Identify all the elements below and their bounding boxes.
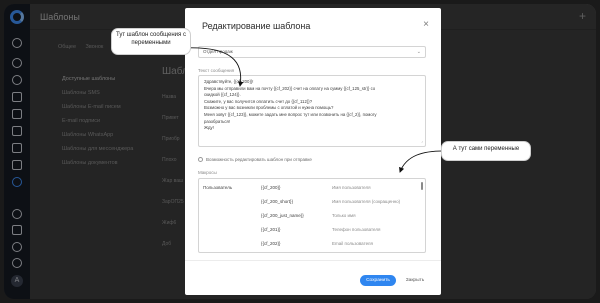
editable-checkbox[interactable]: Возможность редактировать шаблон при отп… xyxy=(198,157,312,162)
macro-code: {{cf_202}} xyxy=(261,241,281,246)
message-line: Здравствуйте, {{cf_200}}! xyxy=(204,79,254,84)
macro-row[interactable]: {{cf_200_just_name}} Только имя xyxy=(199,209,419,223)
template-callout: Тут шаблон сообщения с переменными xyxy=(111,28,191,55)
macro-description: Телефон пользователя xyxy=(332,227,381,232)
app-window: A Шаблоны + Общее Звонок Доступные шабло… xyxy=(4,4,596,299)
cancel-button[interactable]: Закрыть xyxy=(399,275,431,286)
message-line: скидкой {{cf_124}}. xyxy=(204,92,241,98)
message-line: Возможно у вас возникли проблемы с оплат… xyxy=(204,105,334,111)
checkbox-label: Возможность редактировать шаблон при отп… xyxy=(206,157,312,162)
macro-description: Имя пользователя xyxy=(332,185,371,190)
modal-footer-divider xyxy=(185,260,441,261)
variables-callout: А тут сами переменные xyxy=(441,141,531,161)
resize-handle-icon[interactable]: ⌟ xyxy=(421,138,423,145)
message-line: Жду! xyxy=(204,125,214,131)
macro-row[interactable]: {{cf_200}} Имя пользователя xyxy=(199,181,419,195)
macro-row[interactable]: {{cf_202}} Email пользователя xyxy=(199,237,419,251)
macros-label: Макросы xyxy=(198,170,217,175)
edit-template-modal: Редактирование шаблона × Отдел продаж ⌄ … xyxy=(185,8,441,295)
message-line: Скажите, у вас получится оплатить счет д… xyxy=(204,98,313,104)
macro-code: {{cf_200_just_name}} xyxy=(261,213,304,218)
department-select[interactable]: Отдел продаж ⌄ xyxy=(198,46,426,58)
macro-description: Email пользователя xyxy=(332,241,373,246)
modal-title: Редактирование шаблона xyxy=(202,21,311,31)
department-value: Отдел продаж xyxy=(203,49,233,54)
macros-scrollbar[interactable] xyxy=(421,182,423,190)
macros-table: Пользователь {{cf_200}} Имя пользователя… xyxy=(198,178,426,253)
message-line: разобраться! xyxy=(204,118,231,124)
message-textarea[interactable]: Здравствуйте, {{cf_200}}! Вчера мы отпра… xyxy=(198,75,426,147)
message-line: Вчера мы отправили вам на почту {{cf_202… xyxy=(204,85,376,91)
macro-description: Имя пользователя (сокращенно) xyxy=(332,199,401,204)
checkbox-icon xyxy=(198,157,203,162)
macro-row[interactable]: {{cf_200_short}} Имя пользователя (сокра… xyxy=(199,195,419,209)
macro-row[interactable]: {{cf_201}} Телефон пользователя xyxy=(199,223,419,237)
chevron-down-icon: ⌄ xyxy=(416,49,421,55)
message-label: Текст сообщения xyxy=(198,68,235,73)
macro-description: Только имя xyxy=(332,213,356,218)
macro-code: {{cf_200_short}} xyxy=(261,199,294,204)
save-button[interactable]: Сохранить xyxy=(360,275,396,286)
macro-code: {{cf_200}} xyxy=(261,185,281,190)
close-icon[interactable]: × xyxy=(423,19,429,30)
message-line: Меня зовут {{cf_123}}, можете задать мне… xyxy=(204,111,377,117)
macro-code: {{cf_201}} xyxy=(261,227,281,232)
